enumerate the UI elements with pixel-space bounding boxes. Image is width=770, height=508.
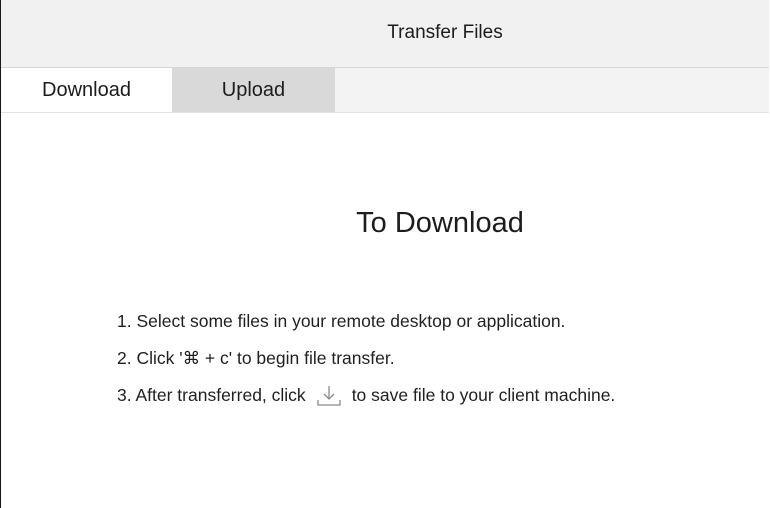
step-text: to save file to your client machine. (351, 385, 616, 405)
instruction-step-1: 1. Select some files in your remote desk… (117, 303, 615, 340)
instruction-step-3: 3. After transferred, click to save file… (117, 377, 615, 414)
step-text: 2. Click '⌘ + c' to begin file transfer. (117, 348, 395, 368)
title-bar: Transfer Files (1, 0, 769, 68)
instruction-step-2: 2. Click '⌘ + c' to begin file transfer. (117, 340, 615, 377)
step-text: 1. Select some files in your remote desk… (117, 311, 566, 331)
page-title: To Download (356, 207, 524, 239)
download-icon (316, 384, 342, 408)
tab-bar: Download Upload (1, 68, 769, 113)
tab-upload[interactable]: Upload (172, 68, 335, 112)
instruction-list: 1. Select some files in your remote desk… (117, 303, 615, 414)
transfer-files-window: Transfer Files Download Upload To Downlo… (0, 0, 769, 508)
window-title: Transfer Files (387, 21, 503, 43)
tab-download[interactable]: Download (1, 68, 172, 112)
download-panel: To Download 1. Select some files in your… (1, 113, 769, 507)
step-text: 3. After transferred, click (117, 385, 306, 405)
